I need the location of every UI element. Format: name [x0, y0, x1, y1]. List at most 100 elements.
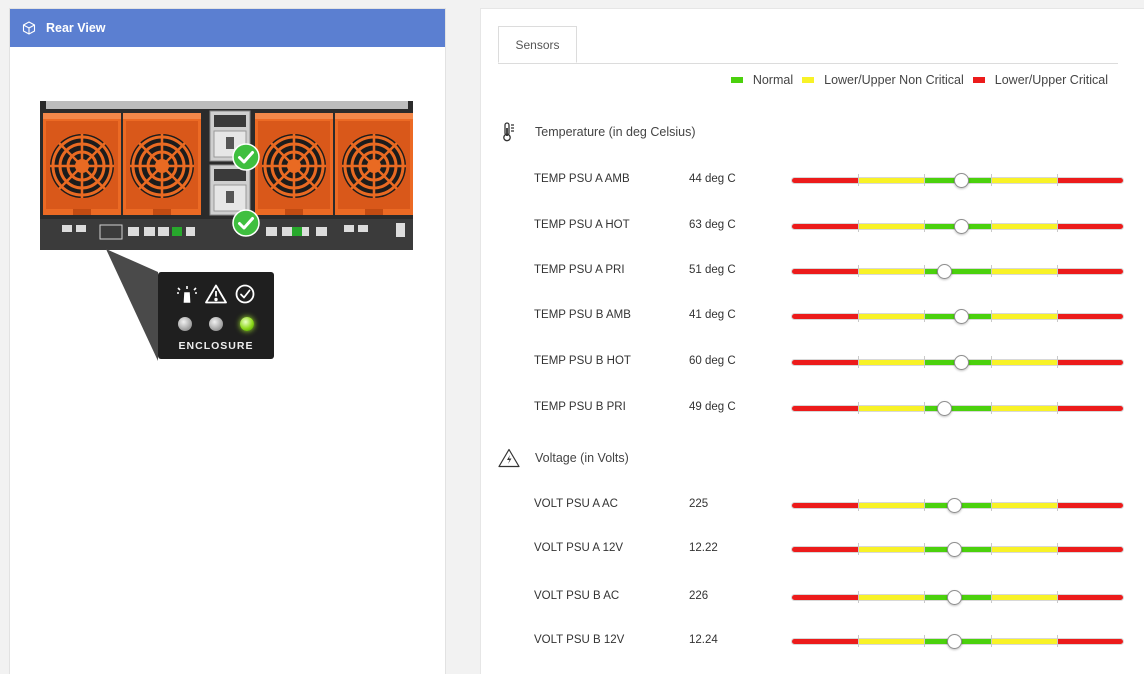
sensor-name: TEMP PSU B PRI [534, 401, 626, 413]
legend-label: Lower/Upper Non Critical [824, 73, 964, 87]
gauge-tick [924, 591, 926, 603]
gauge-segment [792, 547, 859, 552]
gauge-tick [1056, 265, 1058, 277]
gauge-tick [858, 591, 860, 603]
legend-item-critical: Lower/Upper Critical [972, 73, 1108, 87]
sensor-gauge [792, 173, 1123, 188]
fault-led [209, 317, 223, 331]
sensor-value: 225 [689, 498, 709, 510]
psu-b-ok-icon [232, 209, 260, 237]
sensor-row: TEMP PSU B HOT 60 deg C [534, 352, 1124, 372]
gauge-indicator [947, 634, 963, 649]
gauge-segment [1056, 639, 1123, 644]
tab-sensors[interactable]: Sensors [498, 26, 577, 63]
enclosure-label: ENCLOSURE [178, 340, 254, 352]
gauge-segment [858, 547, 925, 552]
sensor-row: TEMP PSU A HOT 63 deg C [534, 216, 1124, 236]
gauge-segment [858, 595, 925, 600]
rear-view-header: Rear View [10, 9, 445, 47]
gauge-tick [1056, 220, 1058, 232]
gauge-segment [990, 360, 1057, 365]
sensor-name: VOLT PSU B AC [534, 590, 620, 602]
sensor-row: VOLT PSU A 12V 12.22 [534, 539, 1124, 559]
gauge-indicator [953, 219, 969, 234]
gauge-tick [990, 543, 992, 555]
gauge-segment [990, 547, 1057, 552]
gauge-segment [792, 314, 859, 319]
gauge-segment [924, 269, 991, 274]
gauge-tick [1056, 499, 1058, 511]
gauge-tick [924, 174, 926, 186]
gauge-tick [990, 356, 992, 368]
gauge-segment [858, 178, 925, 183]
gauge-tick [990, 591, 992, 603]
gauge-tick [858, 265, 860, 277]
sensor-gauge [792, 498, 1123, 513]
sensor-value: 12.22 [689, 542, 718, 554]
gauge-segment [1056, 595, 1123, 600]
gauge-tick [924, 635, 926, 647]
gauge-tick [1056, 591, 1058, 603]
sensor-name: TEMP PSU B HOT [534, 355, 631, 367]
legend-label: Normal [752, 73, 794, 87]
gauge-tick [990, 635, 992, 647]
gauge-segment [858, 639, 925, 644]
sensor-gauge [792, 401, 1123, 416]
gauge-segment [1056, 503, 1123, 508]
gauge-segment [792, 224, 859, 229]
gauge-tick [1056, 635, 1058, 647]
sensor-name: TEMP PSU A PRI [534, 264, 625, 276]
gauge-tick [990, 265, 992, 277]
sensor-name: VOLT PSU A AC [534, 498, 618, 510]
sensor-gauge [792, 264, 1123, 279]
sensor-row: VOLT PSU B 12V 12.24 [534, 631, 1124, 651]
gauge-segment [858, 224, 925, 229]
gauge-indicator [947, 542, 963, 557]
legend-item-non-critical: Lower/Upper Non Critical [802, 73, 964, 87]
gauge-segment [1056, 406, 1123, 411]
cube-icon [22, 21, 36, 35]
sensor-gauge [792, 634, 1123, 649]
sensor-value: 12.24 [689, 634, 718, 646]
gauge-tick [990, 174, 992, 186]
gauge-tick [858, 402, 860, 414]
gauge-tick [858, 356, 860, 368]
gauge-segment [990, 178, 1057, 183]
gauge-tick [924, 220, 926, 232]
gauge-track [792, 406, 1123, 411]
temperature-section-title: Temperature (in deg Celsius) [535, 125, 696, 139]
gauge-segment [792, 269, 859, 274]
sensor-gauge [792, 542, 1123, 557]
gauge-segment [1056, 360, 1123, 365]
legend-swatch [802, 77, 815, 83]
gauge-segment [792, 639, 859, 644]
sensor-value: 63 deg C [689, 219, 736, 231]
tab-bar: Sensors [498, 26, 1118, 64]
rear-view-panel: Rear View ENCLOSURE [9, 8, 446, 674]
gauge-tick [1056, 310, 1058, 322]
gauge-segment [858, 360, 925, 365]
gauge-tick [990, 310, 992, 322]
locator-beacon-icon [177, 286, 197, 303]
gauge-track [792, 269, 1123, 274]
legend-swatch [972, 77, 985, 83]
temperature-section-header: Temperature (in deg Celsius) [498, 121, 696, 143]
sensor-value: 226 [689, 590, 709, 602]
gauge-segment [1056, 547, 1123, 552]
sensor-gauge [792, 590, 1123, 605]
legend-swatch [730, 77, 743, 83]
sensor-value: 44 deg C [689, 173, 736, 185]
check-circle-icon [235, 284, 255, 304]
sensor-gauge [792, 219, 1123, 234]
gauge-segment [1056, 224, 1123, 229]
legend-item-normal: Normal [730, 73, 794, 87]
sensor-row: TEMP PSU A PRI 51 deg C [534, 261, 1124, 281]
voltage-section-title: Voltage (in Volts) [535, 451, 629, 465]
gauge-tick [1056, 174, 1058, 186]
gauge-segment [1056, 314, 1123, 319]
psu-a-ok-icon [232, 143, 260, 171]
gauge-indicator [947, 498, 963, 513]
sensor-gauge [792, 309, 1123, 324]
sensor-row: TEMP PSU A AMB 44 deg C [534, 170, 1124, 190]
gauge-tick [1056, 402, 1058, 414]
